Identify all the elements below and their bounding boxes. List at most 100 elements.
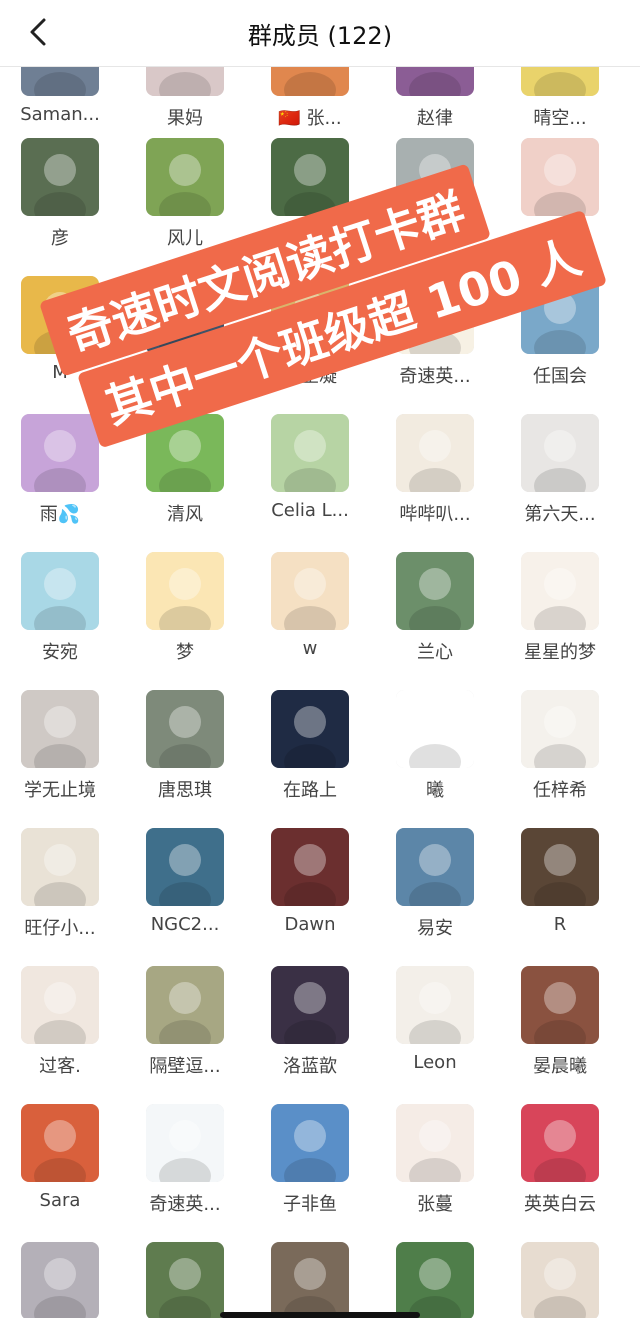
member-item[interactable]: 任梓希 bbox=[500, 690, 620, 801]
member-item[interactable] bbox=[500, 138, 620, 248]
member-item[interactable]: 唐思琪 bbox=[125, 690, 245, 801]
avatar[interactable] bbox=[396, 828, 474, 906]
member-item[interactable]: 晏晨曦 bbox=[500, 966, 620, 1077]
member-item[interactable]: w bbox=[250, 552, 370, 662]
member-item[interactable]: 英英白云 bbox=[500, 1104, 620, 1215]
member-item[interactable]: 赵律 bbox=[375, 66, 495, 129]
member-item[interactable]: 乃 bbox=[125, 276, 245, 387]
avatar[interactable] bbox=[146, 1242, 224, 1318]
member-item[interactable]: 晴空... bbox=[500, 66, 620, 129]
member-item[interactable]: 旺仔小... bbox=[0, 828, 120, 939]
avatar[interactable] bbox=[396, 414, 474, 492]
avatar[interactable] bbox=[146, 828, 224, 906]
member-item[interactable]: 过客. bbox=[0, 966, 120, 1077]
member-item[interactable]: 星星的梦 bbox=[500, 552, 620, 663]
member-item[interactable]: 梦 bbox=[125, 552, 245, 663]
avatar[interactable] bbox=[396, 66, 474, 96]
avatar[interactable] bbox=[521, 276, 599, 354]
avatar[interactable] bbox=[396, 138, 474, 216]
avatar[interactable] bbox=[521, 966, 599, 1044]
avatar[interactable] bbox=[521, 690, 599, 768]
avatar[interactable] bbox=[271, 414, 349, 492]
member-item[interactable]: 哔哔叭... bbox=[375, 414, 495, 525]
avatar[interactable] bbox=[21, 966, 99, 1044]
avatar[interactable] bbox=[21, 66, 99, 96]
member-item[interactable]: Saman... bbox=[0, 66, 120, 128]
avatar[interactable] bbox=[21, 276, 99, 354]
avatar[interactable] bbox=[21, 552, 99, 630]
member-item[interactable]: 隔壁逗... bbox=[125, 966, 245, 1077]
avatar[interactable] bbox=[146, 552, 224, 630]
member-item[interactable] bbox=[250, 138, 370, 248]
avatar[interactable] bbox=[271, 1104, 349, 1182]
avatar[interactable] bbox=[146, 966, 224, 1044]
member-item[interactable]: 🇨🇳 张... bbox=[250, 66, 370, 129]
member-item[interactable]: 卫芷凝 bbox=[250, 276, 370, 387]
member-item[interactable]: 奇速英... bbox=[125, 1104, 245, 1215]
member-item[interactable]: Dawn bbox=[250, 828, 370, 938]
avatar[interactable] bbox=[21, 1242, 99, 1318]
member-item[interactable]: 风儿 bbox=[125, 138, 245, 249]
member-item[interactable]: 奇速英... bbox=[375, 276, 495, 387]
avatar[interactable] bbox=[271, 138, 349, 216]
member-item[interactable]: 洛蓝歆 bbox=[250, 966, 370, 1077]
member-item[interactable]: R bbox=[500, 828, 620, 938]
avatar[interactable] bbox=[271, 66, 349, 96]
member-item[interactable]: 安宛 bbox=[0, 552, 120, 663]
avatar[interactable] bbox=[396, 552, 474, 630]
member-item[interactable]: 曦 bbox=[375, 690, 495, 801]
avatar[interactable] bbox=[146, 138, 224, 216]
member-item[interactable]: NGC2... bbox=[125, 828, 245, 938]
avatar[interactable] bbox=[146, 66, 224, 96]
avatar[interactable] bbox=[146, 1104, 224, 1182]
avatar[interactable] bbox=[146, 690, 224, 768]
avatar[interactable] bbox=[271, 1242, 349, 1318]
member-item[interactable]: 果妈 bbox=[125, 66, 245, 129]
avatar[interactable] bbox=[21, 828, 99, 906]
avatar[interactable] bbox=[396, 1242, 474, 1318]
member-item[interactable]: 在路上 bbox=[250, 690, 370, 801]
avatar[interactable] bbox=[271, 690, 349, 768]
member-item[interactable]: M bbox=[0, 276, 120, 386]
avatar[interactable] bbox=[271, 828, 349, 906]
member-item[interactable]: 清风 bbox=[125, 414, 245, 525]
avatar[interactable] bbox=[396, 1104, 474, 1182]
member-item[interactable]: 子非鱼 bbox=[250, 1104, 370, 1215]
avatar[interactable] bbox=[521, 552, 599, 630]
avatar[interactable] bbox=[21, 1104, 99, 1182]
avatar[interactable] bbox=[521, 1104, 599, 1182]
member-item[interactable]: Sara bbox=[0, 1104, 120, 1214]
member-item[interactable]: 第六天... bbox=[500, 414, 620, 525]
member-item[interactable]: 雨💦 bbox=[0, 414, 120, 525]
member-item[interactable] bbox=[375, 1242, 495, 1318]
member-item[interactable]: 张蔓 bbox=[375, 1104, 495, 1215]
avatar[interactable] bbox=[21, 138, 99, 216]
avatar[interactable] bbox=[396, 690, 474, 768]
member-item[interactable]: 学无止境 bbox=[0, 690, 120, 801]
avatar[interactable] bbox=[271, 276, 349, 354]
member-item[interactable] bbox=[500, 1242, 620, 1318]
member-item[interactable]: Leon bbox=[375, 966, 495, 1076]
member-item[interactable] bbox=[375, 138, 495, 248]
avatar[interactable] bbox=[146, 276, 224, 354]
member-item[interactable]: 任国会 bbox=[500, 276, 620, 387]
avatar[interactable] bbox=[396, 276, 474, 354]
member-item[interactable]: 彦 bbox=[0, 138, 120, 249]
avatar[interactable] bbox=[271, 966, 349, 1044]
avatar[interactable] bbox=[521, 66, 599, 96]
member-item[interactable] bbox=[0, 1242, 120, 1318]
avatar[interactable] bbox=[521, 1242, 599, 1318]
avatar[interactable] bbox=[521, 828, 599, 906]
avatar[interactable] bbox=[521, 138, 599, 216]
avatar[interactable] bbox=[21, 690, 99, 768]
avatar[interactable] bbox=[21, 414, 99, 492]
avatar[interactable] bbox=[521, 414, 599, 492]
avatar[interactable] bbox=[271, 552, 349, 630]
member-item[interactable]: 易安 bbox=[375, 828, 495, 939]
home-indicator[interactable] bbox=[220, 1312, 420, 1318]
member-item[interactable] bbox=[125, 1242, 245, 1318]
member-item[interactable]: Celia L... bbox=[250, 414, 370, 524]
avatar[interactable] bbox=[396, 966, 474, 1044]
member-item[interactable]: 兰心 bbox=[375, 552, 495, 663]
avatar[interactable] bbox=[146, 414, 224, 492]
